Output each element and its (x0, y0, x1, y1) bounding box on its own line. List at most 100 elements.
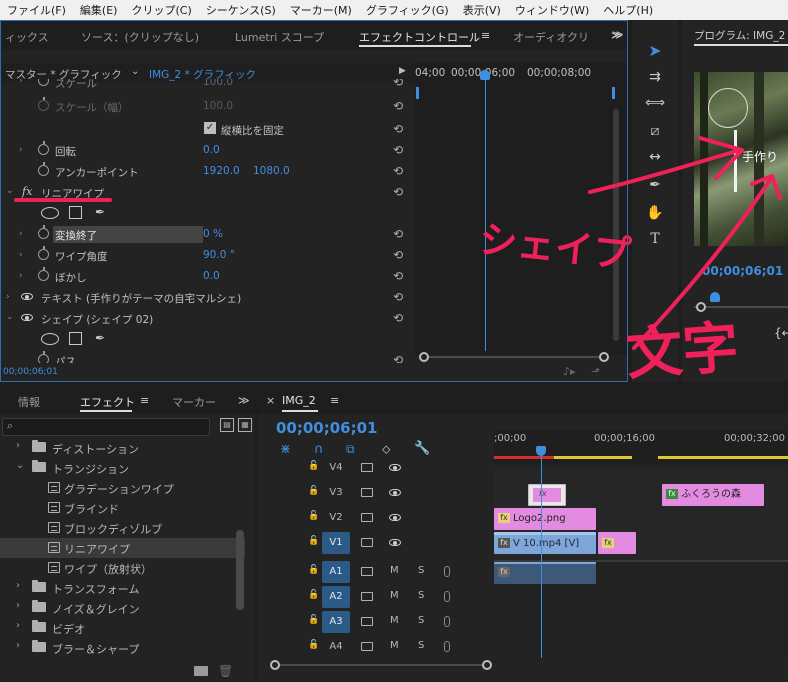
snap-nest-icon[interactable]: ⋇ (280, 442, 291, 457)
fx-badge: fx (498, 513, 510, 523)
lock-icon[interactable]: 🔓 (308, 565, 319, 575)
lock-icon[interactable]: 🔓 (308, 615, 319, 625)
eye-icon[interactable] (389, 539, 401, 546)
tab-info[interactable]: 情報 (18, 394, 40, 410)
yuv-effects-icon[interactable]: ▦ (238, 418, 252, 432)
track-target-toggle[interactable]: A4 (322, 636, 350, 658)
sync-lock-icon[interactable] (361, 538, 373, 547)
chevron-right-icon[interactable]: › (16, 440, 20, 451)
mute-button[interactable]: M (390, 640, 399, 651)
sync-lock-icon[interactable] (361, 567, 373, 576)
solo-button[interactable]: S (418, 640, 424, 651)
clip-v3-fx[interactable]: fx (528, 484, 566, 506)
effects-tree-item[interactable]: グラデーションワイプ (0, 478, 245, 498)
chevron-right-icon[interactable]: › (16, 640, 20, 651)
track-target-toggle[interactable]: V2 (322, 507, 350, 529)
clip-a1-audio[interactable]: fx (494, 562, 596, 584)
effects-tree-item[interactable]: › ブラー＆シャープ (0, 638, 245, 658)
effects-tree-item[interactable]: ワイプ（放射状） (0, 558, 245, 578)
trash-icon[interactable]: 🗑 (218, 664, 233, 678)
folder-icon (32, 600, 46, 612)
microphone-icon[interactable] (444, 641, 450, 652)
eye-icon[interactable] (389, 464, 401, 471)
effects-tree-item[interactable]: › ビデオ (0, 618, 245, 638)
sync-lock-icon[interactable] (361, 488, 373, 497)
microphone-icon[interactable] (444, 566, 450, 577)
effects-search-input[interactable]: ⌕ (2, 418, 210, 436)
eye-icon[interactable] (389, 489, 401, 496)
clip-v1-graphic[interactable]: fx (598, 532, 636, 554)
chevron-right-icon[interactable]: › (16, 580, 20, 591)
track-target-toggle[interactable]: A1 (322, 561, 350, 583)
panel-overflow-icon[interactable]: ≫ (238, 394, 250, 407)
wrench-icon[interactable]: 🔧 (414, 441, 430, 456)
effects-tree-item[interactable]: ブラインド (0, 498, 245, 518)
effects-tree-item[interactable]: › ノイズ＆グレイン (0, 598, 245, 618)
panel-menu-icon[interactable]: ≡ (140, 394, 149, 407)
close-icon[interactable]: × (266, 394, 275, 407)
lock-icon[interactable]: 🔓 (308, 486, 319, 496)
track-header-a4: 🔓 A4 M S (258, 635, 494, 659)
chevron-right-icon[interactable]: › (16, 620, 20, 631)
track-header-v4: 🔓 V4 (258, 456, 494, 480)
sequence-tab[interactable]: IMG_2 (282, 394, 316, 407)
ruler-label-1: 00;00;16;00 (594, 433, 656, 444)
solo-button[interactable]: S (418, 615, 424, 626)
mute-button[interactable]: M (390, 615, 399, 626)
eye-icon[interactable] (389, 514, 401, 521)
effects-tree-item[interactable]: › トランスフォーム (0, 578, 245, 598)
effects-tree-item[interactable]: ⌄ トランジション (0, 458, 245, 478)
chevron-down-icon[interactable]: ⌄ (16, 460, 24, 471)
timeline-timecode[interactable]: 00;00;06;01 (276, 419, 378, 437)
accelerated-effects-icon[interactable]: ▤ (220, 418, 234, 432)
add-marker-icon[interactable]: ⬦ (382, 442, 390, 457)
tab-markers[interactable]: マーカー (172, 394, 216, 410)
track-target-toggle[interactable]: V1 (322, 532, 350, 554)
solo-button[interactable]: S (418, 590, 424, 601)
track-header-v2: 🔓 V2 (258, 506, 494, 530)
sync-lock-icon[interactable] (361, 592, 373, 601)
solo-button[interactable]: S (418, 565, 424, 576)
sync-lock-icon[interactable] (361, 463, 373, 472)
linked-selection-icon[interactable]: ⧉ (346, 442, 355, 457)
mute-button[interactable]: M (390, 565, 399, 576)
effects-scrollbar[interactable] (236, 530, 244, 610)
microphone-icon[interactable] (444, 616, 450, 627)
timeline-ruler[interactable]: ;00;00 00;00;16;00 00;00;32;00 (494, 430, 788, 464)
track-header-a2: 🔓 A2 M S (258, 585, 494, 609)
clip-v10-mp4[interactable]: fx V 10.mp4 [V] (494, 532, 596, 554)
track-target-toggle[interactable]: A3 (322, 611, 350, 633)
effects-tree-item[interactable]: › ディストーション (0, 438, 245, 458)
mute-button[interactable]: M (390, 590, 399, 601)
tab-effects[interactable]: エフェクト (80, 394, 135, 410)
lock-icon[interactable]: 🔓 (308, 511, 319, 521)
sync-lock-icon[interactable] (361, 617, 373, 626)
track-header-scrollbar[interactable] (270, 660, 492, 670)
sync-lock-icon[interactable] (361, 513, 373, 522)
clip-owl-forest[interactable]: fx ふくろうの森 (662, 484, 764, 506)
sync-lock-icon[interactable] (361, 642, 373, 651)
lock-icon[interactable]: 🔓 (308, 536, 319, 546)
chevron-right-icon[interactable]: › (16, 600, 20, 611)
effects-tree: › ディストーション ⌄ トランジション グラデーションワイプ ブラインド ブロックディゾル… (0, 438, 245, 662)
track-target-toggle[interactable]: V4 (322, 457, 350, 479)
effect-preset-icon (48, 522, 60, 533)
lock-icon[interactable]: 🔓 (308, 461, 319, 471)
effects-tree-item[interactable]: リニアワイプ (0, 538, 245, 558)
timeline-panel: × IMG_2 ≡ 00;00;06;01 ⋇ ∩ ⧉ ⬦ 🔧 ;00;00 0… (258, 386, 788, 682)
track-header-a3: 🔓 A3 M S (258, 610, 494, 634)
fx-badge: fx (498, 567, 510, 577)
lock-icon[interactable]: 🔓 (308, 590, 319, 600)
folder-icon (32, 460, 46, 472)
effects-tree-item[interactable]: ブロックディゾルブ (0, 518, 245, 538)
panel-menu-icon[interactable]: ≡ (330, 394, 339, 407)
track-target-toggle[interactable]: V3 (322, 482, 350, 504)
new-bin-icon[interactable] (194, 666, 208, 676)
lock-icon[interactable]: 🔓 (308, 640, 319, 650)
active-tab-underline (80, 410, 132, 412)
effects-tabbar: 情報 エフェクト ≡ マーカー ≫ (0, 386, 255, 414)
snap-magnet-icon[interactable]: ∩ (314, 442, 324, 457)
clip-logo2[interactable]: fx Logo2.png (494, 508, 596, 530)
track-target-toggle[interactable]: A2 (322, 586, 350, 608)
microphone-icon[interactable] (444, 591, 450, 602)
